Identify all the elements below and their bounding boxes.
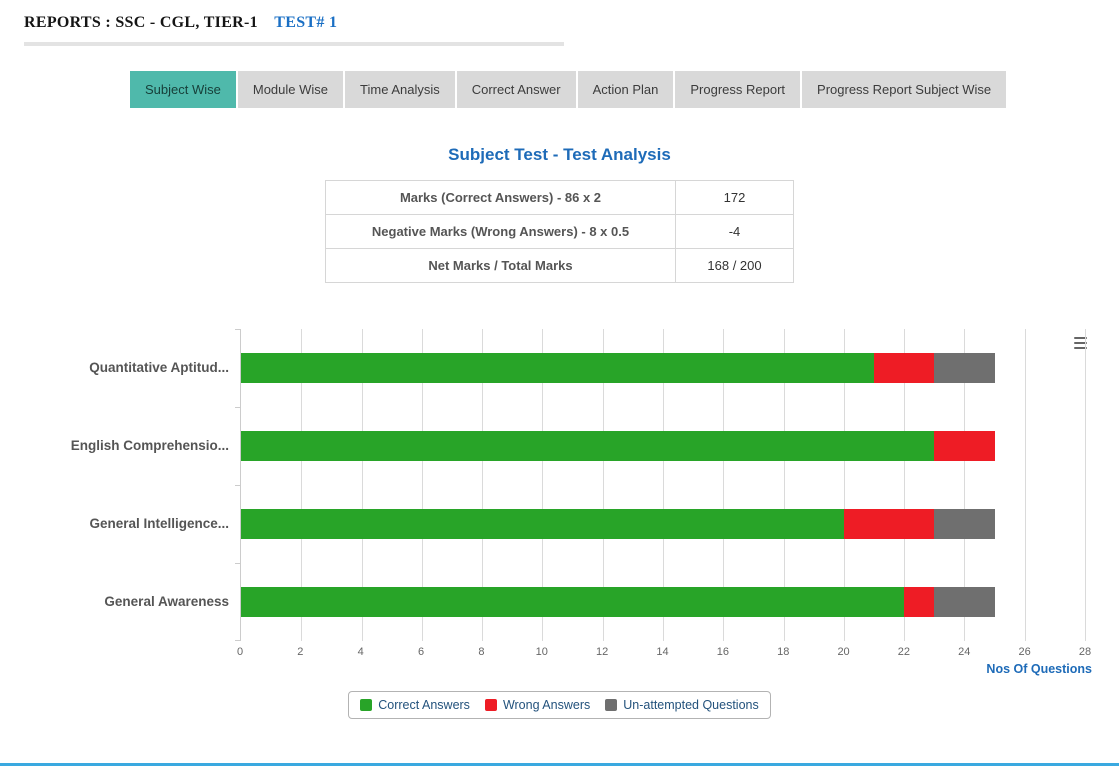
stacked-bar [241, 509, 1085, 539]
bar-segment-wrong-answers[interactable] [934, 431, 994, 461]
stacked-bar [241, 353, 1085, 383]
tab-progress-report[interactable]: Progress Report [675, 71, 800, 108]
x-tick-label: 10 [536, 646, 548, 658]
x-tick-label: 0 [237, 646, 243, 658]
bar-segment-correct-answers[interactable] [241, 431, 934, 461]
category-label: English Comprehensio... [0, 431, 229, 461]
marks-table-body: Marks (Correct Answers) - 86 x 2172Negat… [326, 181, 794, 283]
category-label: Quantitative Aptitud... [0, 353, 229, 383]
tab-bar: Subject WiseModule WiseTime AnalysisCorr… [130, 71, 1119, 108]
bar-segment-wrong-answers[interactable] [874, 353, 934, 383]
tab-time-analysis[interactable]: Time Analysis [345, 71, 455, 108]
category-label: General Awareness [0, 587, 229, 617]
table-row: Marks (Correct Answers) - 86 x 2172 [326, 181, 794, 215]
x-tick-label: 14 [656, 646, 668, 658]
x-tick-label: 8 [478, 646, 484, 658]
gridline [1085, 329, 1086, 641]
page-header: REPORTS : SSC - CGL, TIER-1 TEST# 1 [0, 0, 1119, 32]
legend-label: Correct Answers [378, 698, 470, 712]
chart: Quantitative Aptitud...English Comprehen… [0, 329, 1119, 719]
legend-item-wrong-answers[interactable]: Wrong Answers [485, 698, 590, 712]
report-page: REPORTS : SSC - CGL, TIER-1 TEST# 1 Subj… [0, 0, 1119, 767]
page-title: REPORTS : SSC - CGL, TIER-1 [24, 14, 258, 31]
x-tick-label: 6 [418, 646, 424, 658]
x-tick-label: 16 [717, 646, 729, 658]
x-tick-label: 20 [837, 646, 849, 658]
tab-correct-answer[interactable]: Correct Answer [457, 71, 576, 108]
legend-swatch [485, 699, 497, 711]
row-label: Marks (Correct Answers) - 86 x 2 [326, 181, 676, 215]
bar-segment-correct-answers[interactable] [241, 509, 844, 539]
legend-label: Wrong Answers [503, 698, 590, 712]
bar-segment-un-attempted-questions[interactable] [934, 587, 994, 617]
x-tick-label: 28 [1079, 646, 1091, 658]
bar-segment-correct-answers[interactable] [241, 587, 904, 617]
stacked-bar [241, 431, 1085, 461]
table-row: Negative Marks (Wrong Answers) - 8 x 0.5… [326, 215, 794, 249]
header-divider [24, 42, 564, 46]
chart-row: Quantitative Aptitud... [241, 329, 1085, 407]
analysis-title: Subject Test - Test Analysis [0, 145, 1119, 165]
footer-divider [0, 763, 1119, 766]
legend-swatch [605, 699, 617, 711]
x-axis: 0246810121416182022242628 [240, 641, 1085, 659]
row-label: Net Marks / Total Marks [326, 249, 676, 283]
x-tick-label: 26 [1019, 646, 1031, 658]
x-tick-label: 2 [297, 646, 303, 658]
row-value: 168 / 200 [676, 249, 794, 283]
bar-segment-wrong-answers[interactable] [844, 509, 934, 539]
bar-segment-wrong-answers[interactable] [904, 587, 934, 617]
category-label: General Intelligence... [0, 509, 229, 539]
chart-legend: Correct Answers Wrong Answers Un-attempted… [348, 691, 771, 719]
table-row: Net Marks / Total Marks168 / 200 [326, 249, 794, 283]
legend-item-correct-answers[interactable]: Correct Answers [360, 698, 470, 712]
stacked-bar [241, 587, 1085, 617]
x-tick-label: 18 [777, 646, 789, 658]
bar-segment-correct-answers[interactable] [241, 353, 874, 383]
x-tick-label: 4 [358, 646, 364, 658]
tab-subject-wise[interactable]: Subject Wise [130, 71, 236, 108]
bar-segment-un-attempted-questions[interactable] [934, 353, 994, 383]
legend-item-un-attempted-questions[interactable]: Un-attempted Questions [605, 698, 759, 712]
chart-row: General Intelligence... [241, 485, 1085, 563]
tab-module-wise[interactable]: Module Wise [238, 71, 343, 108]
row-value: -4 [676, 215, 794, 249]
x-tick-label: 22 [898, 646, 910, 658]
x-axis-title: Nos Of Questions [240, 662, 1092, 676]
legend-label: Un-attempted Questions [623, 698, 759, 712]
plot-area: Quantitative Aptitud...English Comprehen… [240, 329, 1085, 641]
row-value: 172 [676, 181, 794, 215]
chart-row: English Comprehensio... [241, 407, 1085, 485]
test-link[interactable]: TEST# 1 [274, 14, 337, 31]
chart-row: General Awareness [241, 563, 1085, 641]
x-tick-label: 24 [958, 646, 970, 658]
bar-segment-un-attempted-questions[interactable] [934, 509, 994, 539]
marks-table: Marks (Correct Answers) - 86 x 2172Negat… [325, 180, 794, 283]
tab-action-plan[interactable]: Action Plan [578, 71, 674, 108]
x-tick-label: 12 [596, 646, 608, 658]
legend-swatch [360, 699, 372, 711]
row-label: Negative Marks (Wrong Answers) - 8 x 0.5 [326, 215, 676, 249]
tab-progress-report-subject-wise[interactable]: Progress Report Subject Wise [802, 71, 1006, 108]
